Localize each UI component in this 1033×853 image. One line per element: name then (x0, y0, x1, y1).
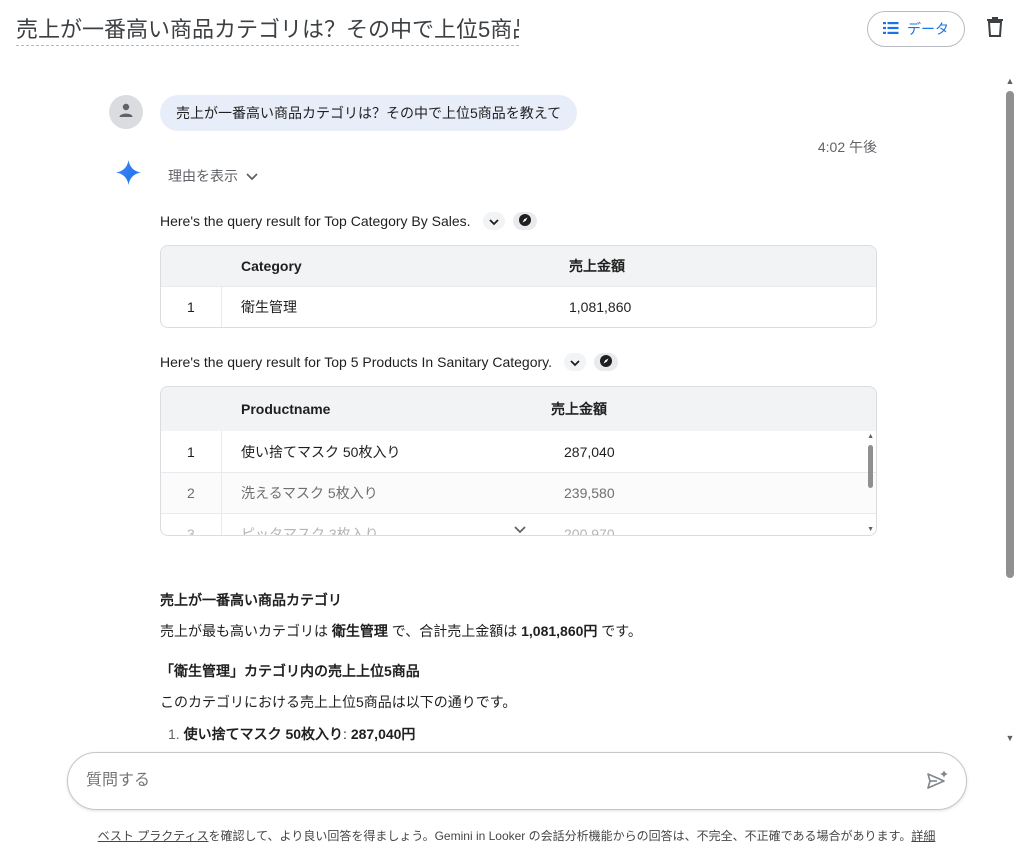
scroll-down-arrow[interactable]: ▼ (1004, 733, 1016, 745)
query2-explore-button[interactable] (594, 353, 619, 371)
product-cell: ピッタマスク 3枚入り (241, 526, 379, 535)
sales-cell: 287,040 (564, 443, 615, 460)
query2-expand-button[interactable] (564, 353, 587, 371)
table-header-row: Productname 売上金額 (161, 387, 876, 431)
query1-table: Category 売上金額 1 衛生管理 1,081,860 (160, 245, 877, 328)
row-index: 2 (187, 485, 195, 501)
user-avatar (109, 95, 143, 129)
row-index: 1 (187, 299, 195, 315)
question-input[interactable] (86, 753, 906, 809)
best-practices-link[interactable]: ベスト プラクティス (98, 829, 209, 843)
trash-icon (987, 16, 1003, 42)
column-header-sales: 売上金額 (569, 258, 625, 274)
table-row: 1 使い捨てマスク 50枚入り 287,040 (161, 431, 876, 472)
query2-caption-line: Here's the query result for Top 5 Produc… (160, 352, 619, 372)
scrollbar-thumb[interactable] (1006, 91, 1014, 578)
table-header-row: Category 売上金額 (161, 246, 876, 286)
send-sparkle-icon (927, 769, 949, 795)
row-index: 3 (187, 526, 195, 535)
product-cell: 洗えるマスク 5枚入り (241, 485, 378, 501)
details-link[interactable]: 詳細 (911, 829, 935, 843)
query2-table-body[interactable]: 1 使い捨てマスク 50枚入り 287,040 2 洗えるマスク 5枚入り 23… (161, 431, 876, 535)
query1-caption-line: Here's the query result for Top Category… (160, 211, 537, 231)
query1-explore-button[interactable] (512, 212, 537, 230)
table-scroll-up-arrow[interactable]: ▲ (867, 433, 874, 440)
query2-table: Productname 売上金額 1 使い捨てマスク 50枚入り 287,040… (160, 386, 877, 536)
send-button[interactable] (925, 769, 951, 795)
query1-expand-button[interactable] (482, 212, 505, 230)
compass-icon (518, 213, 531, 229)
data-button-label: データ (907, 21, 949, 37)
product-cell: 使い捨てマスク 50枚入り (241, 443, 401, 460)
user-message-bubble: 売上が一番高い商品カテゴリは？その中で上位5商品を教えて (160, 95, 578, 131)
sales-cell: 239,580 (564, 485, 615, 501)
row-index: 1 (187, 443, 195, 460)
chevron-down-icon (246, 168, 258, 184)
category-cell: 衛生管理 (241, 299, 297, 315)
chevron-down-icon (488, 213, 499, 229)
query1-caption: Here's the query result for Top Category… (160, 213, 471, 229)
delete-button[interactable] (982, 16, 1008, 42)
summary-top-category-text: 売上が最も高いカテゴリは 衛生管理 で、合計売上金額は 1,081,860円 で… (160, 623, 642, 639)
column-header-sales: 売上金額 (551, 401, 607, 417)
reasoning-label: 理由を表示 (168, 168, 238, 184)
show-reasoning-toggle[interactable]: 理由を表示 (168, 166, 258, 186)
summary-heading-top-products: 「衛生管理」カテゴリ内の売上上位5商品 (160, 663, 420, 679)
footer-disclaimer: ベスト プラクティスを確認して、より良い回答を得ましょう。Gemini in L… (0, 827, 1033, 844)
sales-cell: 1,081,860 (569, 299, 632, 315)
sales-cell: 200,970 (564, 526, 615, 535)
data-button[interactable]: データ (867, 11, 965, 47)
question-input-container (67, 752, 967, 810)
chevron-down-icon (570, 354, 580, 370)
summary-top-products-intro: このカテゴリにおける売上上位5商品は以下の通りです。 (160, 694, 517, 710)
table-scrollbar-thumb[interactable] (868, 445, 873, 488)
table-scroll-down-arrow[interactable]: ▼ (867, 526, 874, 533)
query2-caption: Here's the query result for Top 5 Produc… (160, 354, 553, 370)
gemini-sparkle-icon (116, 160, 141, 185)
expand-table-button[interactable] (511, 523, 529, 535)
top-category-amount: 1,081,860円 (521, 623, 598, 639)
chevron-down-icon (514, 521, 526, 535)
footer-text: を確認して、より良い回答を得ましょう。Gemini in Looker の会話分… (208, 829, 912, 843)
column-header-productname: Productname (241, 401, 331, 417)
compass-icon (600, 354, 613, 370)
summary-heading-top-category: 売上が一番高い商品カテゴリ (160, 592, 342, 608)
list-icon (883, 21, 899, 38)
table-row: 2 洗えるマスク 5枚入り 239,580 (161, 472, 876, 513)
scroll-up-arrow[interactable]: ▲ (1004, 76, 1016, 88)
person-icon (118, 102, 134, 123)
page-title: 売上が一番高い商品カテゴリは？その中で上位5商品を教えて (16, 14, 519, 46)
table-row: 1 衛生管理 1,081,860 (161, 286, 876, 327)
message-timestamp: 4:02 午後 (817, 139, 877, 155)
list-item: 1. 使い捨てマスク 50枚入り: 287,040円 (168, 726, 416, 742)
top-category-name: 衛生管理 (331, 623, 388, 639)
column-header-category: Category (241, 258, 302, 274)
